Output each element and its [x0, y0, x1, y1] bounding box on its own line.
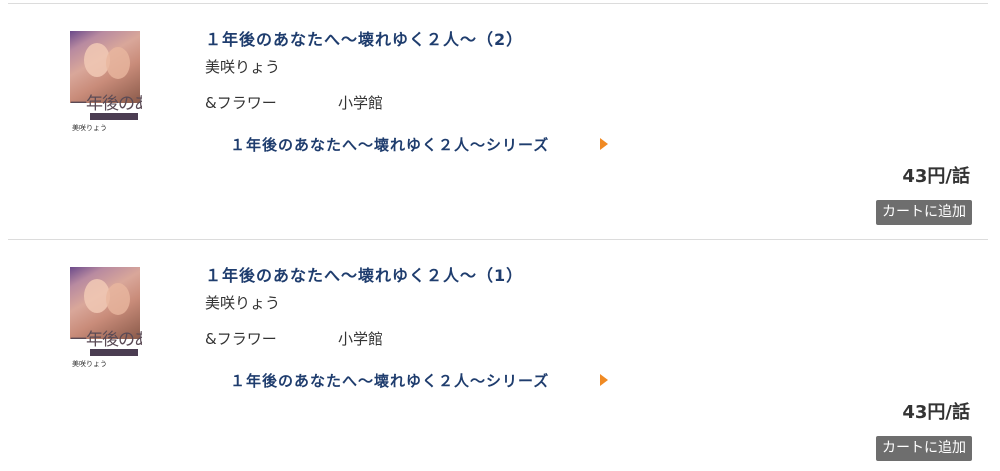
- cover-author-text: 美咲りょう: [72, 124, 107, 132]
- arrow-right-icon: [600, 374, 608, 386]
- book-item: 一年後のあなたへ 美咲りょう １年後のあなたへ〜壊れゆく２人〜（1） 美咲りょう…: [0, 240, 1000, 471]
- add-to-cart-button[interactable]: カートに追加: [876, 200, 972, 225]
- series-link[interactable]: １年後のあなたへ〜壊れゆく２人〜シリーズ: [230, 134, 549, 155]
- cover-band: [90, 349, 138, 356]
- book-publisher-link[interactable]: 小学館: [338, 92, 383, 113]
- book-title-link[interactable]: １年後のあなたへ〜壊れゆく２人〜（1）: [205, 262, 523, 286]
- book-cover-image[interactable]: 一年後のあなたへ 美咲りょう: [68, 31, 142, 133]
- cover-title-text: 一年後のあなたへ: [70, 330, 142, 350]
- price-text: 43円/話: [902, 166, 970, 187]
- add-to-cart-button[interactable]: カートに追加: [876, 436, 972, 461]
- book-author-link[interactable]: 美咲りょう: [205, 56, 280, 77]
- series-link[interactable]: １年後のあなたへ〜壊れゆく２人〜シリーズ: [230, 370, 549, 391]
- cover-author-text: 美咲りょう: [72, 360, 107, 368]
- book-author-link[interactable]: 美咲りょう: [205, 292, 280, 313]
- book-cover-image[interactable]: 一年後のあなたへ 美咲りょう: [68, 267, 142, 369]
- book-item: 一年後のあなたへ 美咲りょう １年後のあなたへ〜壊れゆく２人〜（2） 美咲りょう…: [0, 4, 1000, 239]
- arrow-right-icon: [600, 138, 608, 150]
- price-text: 43円/話: [902, 402, 970, 423]
- book-title-link[interactable]: １年後のあなたへ〜壊れゆく２人〜（2）: [205, 26, 523, 50]
- book-label-link[interactable]: &フラワー: [205, 328, 277, 349]
- cover-title-text: 一年後のあなたへ: [70, 94, 142, 114]
- cover-band: [90, 113, 138, 120]
- book-label-link[interactable]: &フラワー: [205, 92, 277, 113]
- book-publisher-link[interactable]: 小学館: [338, 328, 383, 349]
